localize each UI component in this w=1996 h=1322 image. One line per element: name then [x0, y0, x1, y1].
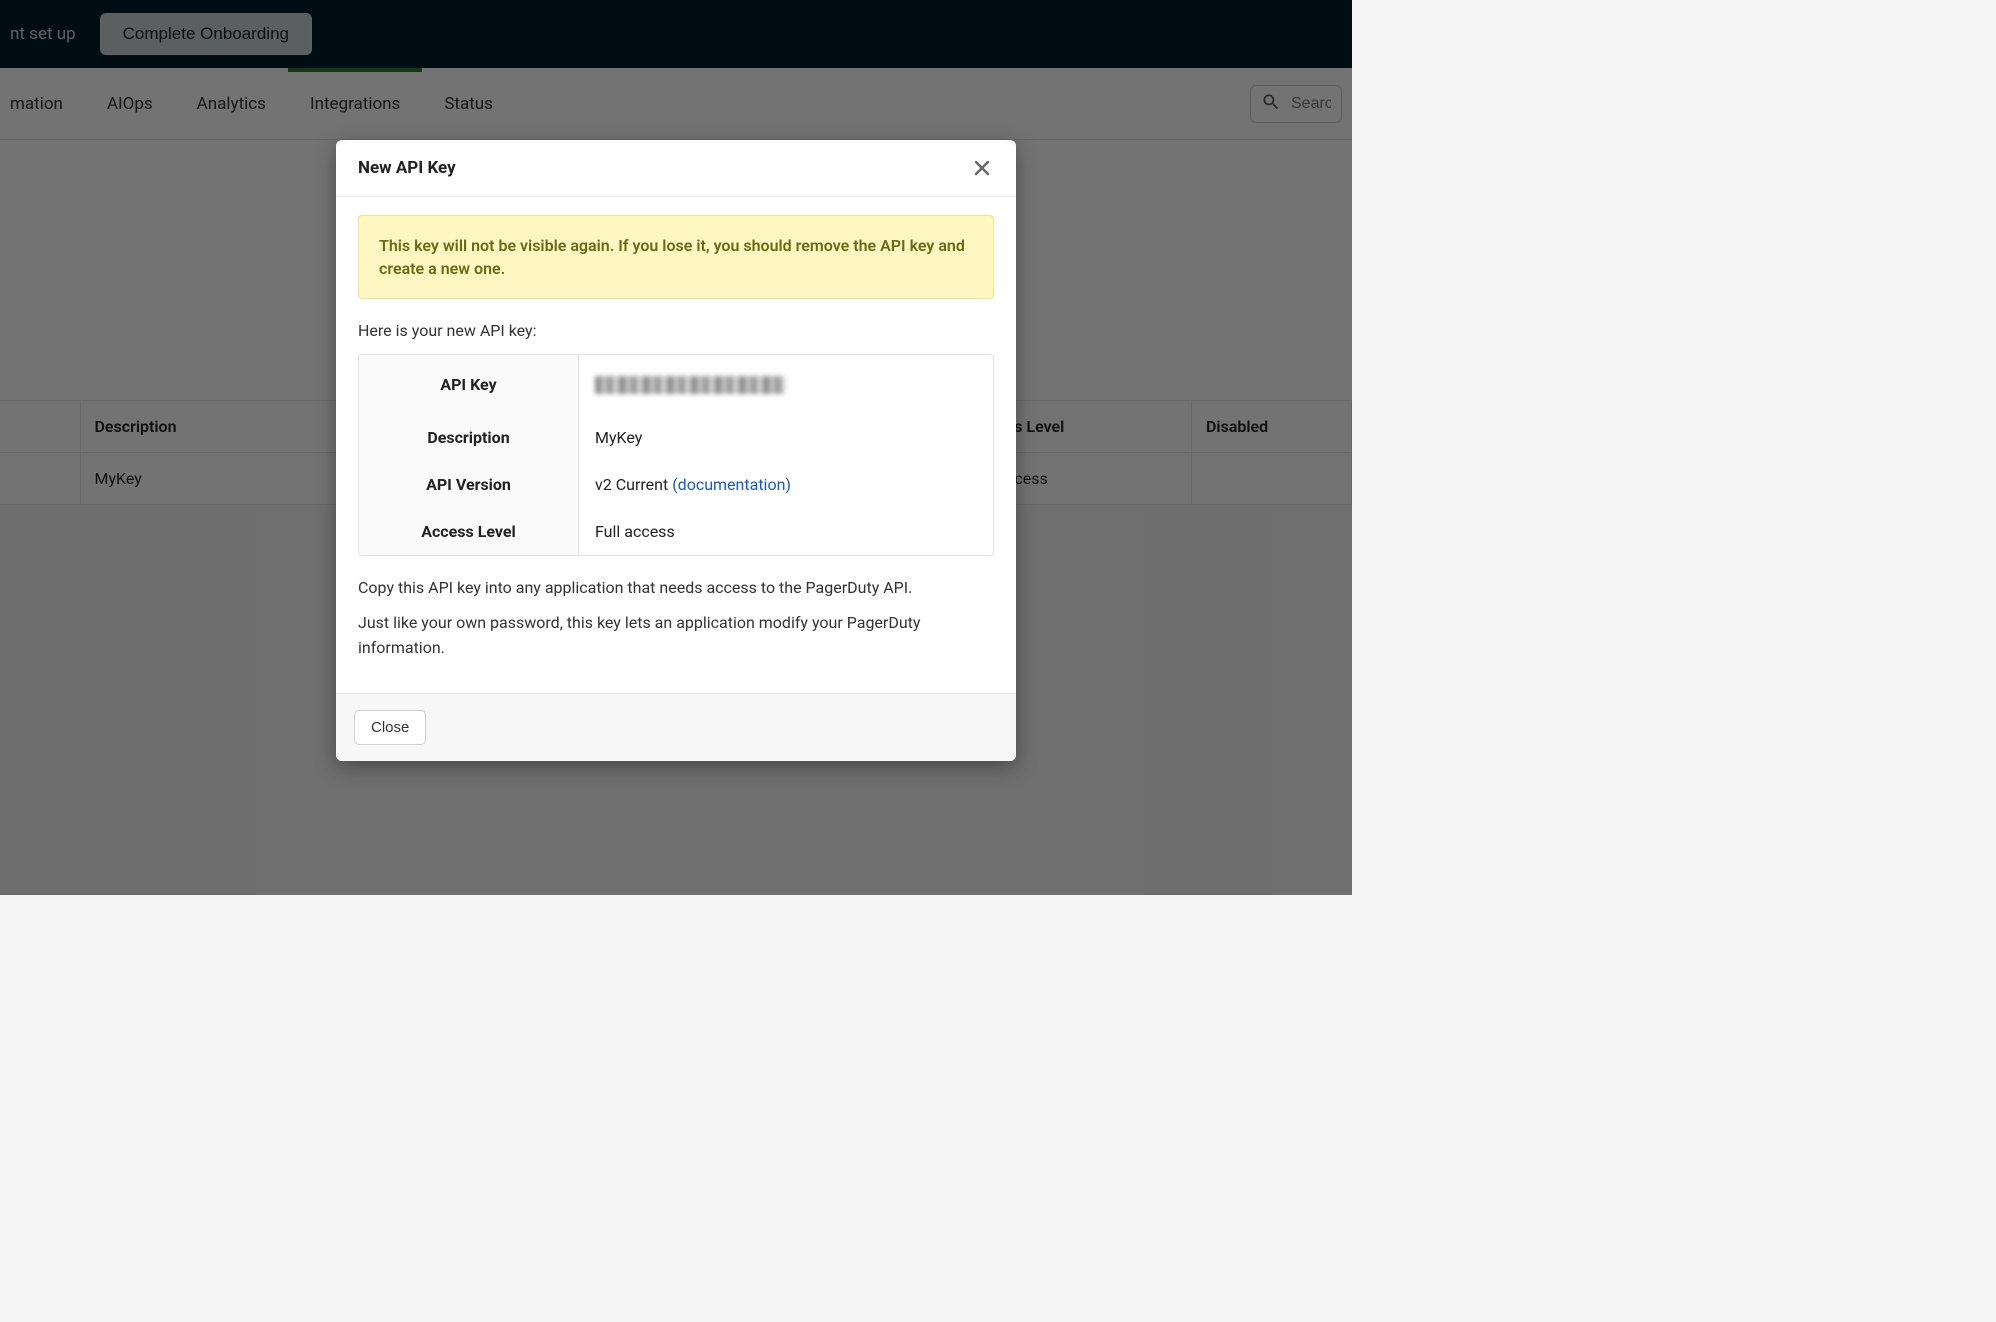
api-version-text: v2 Current — [595, 475, 668, 494]
help-text-2: Just like your own password, this key le… — [358, 611, 994, 661]
close-icon[interactable] — [970, 158, 994, 178]
row-description: Description MyKey — [359, 414, 993, 461]
warning-banner: This key will not be visible again. If y… — [358, 215, 994, 299]
help-text-1: Copy this API key into any application t… — [358, 576, 994, 601]
row-api-key: API Key — [359, 355, 993, 414]
row-access-level: Access Level Full access — [359, 508, 993, 555]
label-api-key: API Key — [359, 355, 579, 414]
label-description: Description — [359, 414, 579, 461]
value-api-key[interactable] — [579, 355, 993, 414]
value-api-version: v2 Current (documentation) — [579, 461, 993, 508]
value-description: MyKey — [579, 414, 993, 461]
close-button[interactable]: Close — [354, 710, 426, 745]
redacted-api-key — [595, 376, 785, 394]
new-api-key-modal: New API Key This key will not be visible… — [336, 140, 1016, 761]
modal-overlay[interactable]: New API Key This key will not be visible… — [0, 0, 1352, 895]
modal-body: This key will not be visible again. If y… — [336, 197, 1016, 693]
row-api-version: API Version v2 Current (documentation) — [359, 461, 993, 508]
modal-header: New API Key — [336, 140, 1016, 197]
label-access-level: Access Level — [359, 508, 579, 555]
label-api-version: API Version — [359, 461, 579, 508]
intro-text: Here is your new API key: — [358, 321, 994, 340]
api-key-details-table: API Key Description MyKey API Version v2… — [358, 354, 994, 556]
modal-footer: Close — [336, 693, 1016, 761]
modal-title: New API Key — [358, 158, 456, 178]
documentation-link[interactable]: (documentation) — [672, 475, 791, 494]
value-access-level: Full access — [579, 508, 993, 555]
